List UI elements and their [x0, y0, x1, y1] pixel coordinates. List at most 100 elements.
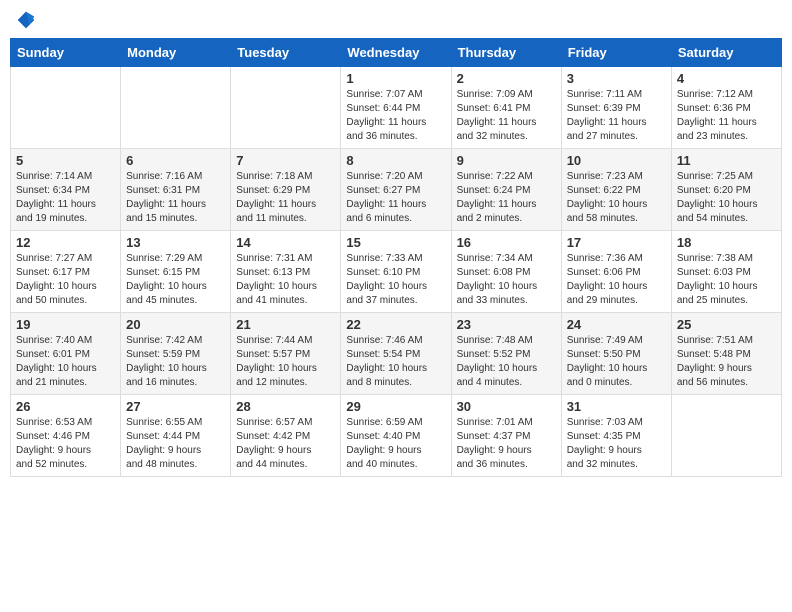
weekday-header-wednesday: Wednesday [341, 39, 451, 67]
day-number: 14 [236, 235, 335, 250]
calendar-cell [121, 67, 231, 149]
day-number: 12 [16, 235, 115, 250]
day-number: 24 [567, 317, 666, 332]
day-number: 17 [567, 235, 666, 250]
calendar-cell: 12Sunrise: 7:27 AM Sunset: 6:17 PM Dayli… [11, 231, 121, 313]
day-info: Sunrise: 7:29 AM Sunset: 6:15 PM Dayligh… [126, 252, 225, 308]
calendar-cell: 8 Sunrise: 7:20 AM Sunset: 6:27 PM Daylig… [341, 149, 451, 231]
calendar-cell: 2 Sunrise: 7:09 AM Sunset: 6:41 PM Daylig… [451, 67, 561, 149]
logo [14, 10, 36, 30]
day-number: 20 [126, 317, 225, 332]
calendar-cell: 10 Sunrise: 7:23 AM Sunset: 6:22 PM Dayli… [561, 149, 671, 231]
calendar-cell: 28 Sunrise: 6:57 AM Sunset: 4:42 PM Dayli… [231, 395, 341, 477]
day-number: 28 [236, 399, 335, 414]
calendar-cell: 16Sunrise: 7:34 AM Sunset: 6:08 PM Dayli… [451, 231, 561, 313]
day-number: 19 [16, 317, 115, 332]
weekday-header-tuesday: Tuesday [231, 39, 341, 67]
calendar-cell: 30 Sunrise: 7:01 AM Sunset: 4:37 PM Dayli… [451, 395, 561, 477]
calendar-cell: 4 Sunrise: 7:12 AM Sunset: 6:36 PM Daylig… [671, 67, 781, 149]
calendar-week-5: 26Sunrise: 6:53 AM Sunset: 4:46 PM Dayli… [11, 395, 782, 477]
calendar-cell [11, 67, 121, 149]
calendar-cell: 24 Sunrise: 7:49 AM Sunset: 5:50 PM Dayli… [561, 313, 671, 395]
day-number: 5 [16, 153, 115, 168]
day-info: Sunrise: 7:33 AM Sunset: 6:10 PM Dayligh… [346, 252, 445, 308]
day-number: 11 [677, 153, 776, 168]
day-number: 23 [457, 317, 556, 332]
day-info: Sunrise: 7:11 AM Sunset: 6:39 PM Dayligh… [567, 88, 666, 144]
day-number: 3 [567, 71, 666, 86]
calendar-header-row: SundayMondayTuesdayWednesdayThursdayFrid… [11, 39, 782, 67]
calendar-cell: 15 Sunrise: 7:33 AM Sunset: 6:10 PM Dayli… [341, 231, 451, 313]
calendar-cell: 5 Sunrise: 7:14 AM Sunset: 6:34 PM Daylig… [11, 149, 121, 231]
calendar-week-2: 5 Sunrise: 7:14 AM Sunset: 6:34 PM Daylig… [11, 149, 782, 231]
day-info: Sunrise: 7:31 AM Sunset: 6:13 PM Dayligh… [236, 252, 335, 308]
day-info: Sunrise: 7:09 AM Sunset: 6:41 PM Dayligh… [457, 88, 556, 144]
calendar-cell: 18 Sunrise: 7:38 AM Sunset: 6:03 PM Dayli… [671, 231, 781, 313]
calendar-cell: 19 Sunrise: 7:40 AM Sunset: 6:01 PM Dayli… [11, 313, 121, 395]
day-number: 25 [677, 317, 776, 332]
day-number: 27 [126, 399, 225, 414]
day-info: Sunrise: 7:44 AM Sunset: 5:57 PM Dayligh… [236, 334, 335, 390]
calendar-cell: 17 Sunrise: 7:36 AM Sunset: 6:06 PM Dayli… [561, 231, 671, 313]
day-number: 31 [567, 399, 666, 414]
calendar-cell: 3 Sunrise: 7:11 AM Sunset: 6:39 PM Daylig… [561, 67, 671, 149]
day-info: Sunrise: 7:18 AM Sunset: 6:29 PM Dayligh… [236, 170, 335, 226]
calendar-cell: 9 Sunrise: 7:22 AM Sunset: 6:24 PM Daylig… [451, 149, 561, 231]
day-info: Sunrise: 7:36 AM Sunset: 6:06 PM Dayligh… [567, 252, 666, 308]
day-info: Sunrise: 7:20 AM Sunset: 6:27 PM Dayligh… [346, 170, 445, 226]
day-number: 4 [677, 71, 776, 86]
calendar-cell: 22 Sunrise: 7:46 AM Sunset: 5:54 PM Dayli… [341, 313, 451, 395]
day-info: Sunrise: 7:07 AM Sunset: 6:44 PM Dayligh… [346, 88, 445, 144]
day-number: 29 [346, 399, 445, 414]
day-number: 30 [457, 399, 556, 414]
day-number: 10 [567, 153, 666, 168]
calendar-cell: 21Sunrise: 7:44 AM Sunset: 5:57 PM Dayli… [231, 313, 341, 395]
calendar-cell: 23 Sunrise: 7:48 AM Sunset: 5:52 PM Dayli… [451, 313, 561, 395]
day-info: Sunrise: 7:51 AM Sunset: 5:48 PM Dayligh… [677, 334, 776, 390]
day-info: Sunrise: 7:16 AM Sunset: 6:31 PM Dayligh… [126, 170, 225, 226]
day-number: 18 [677, 235, 776, 250]
day-info: Sunrise: 7:23 AM Sunset: 6:22 PM Dayligh… [567, 170, 666, 226]
calendar-week-1: 1Sunrise: 7:07 AM Sunset: 6:44 PM Daylig… [11, 67, 782, 149]
day-number: 13 [126, 235, 225, 250]
calendar-cell: 6 Sunrise: 7:16 AM Sunset: 6:31 PM Daylig… [121, 149, 231, 231]
weekday-header-monday: Monday [121, 39, 231, 67]
calendar-cell: 25 Sunrise: 7:51 AM Sunset: 5:48 PM Dayli… [671, 313, 781, 395]
calendar-table: SundayMondayTuesdayWednesdayThursdayFrid… [10, 38, 782, 477]
day-info: Sunrise: 6:59 AM Sunset: 4:40 PM Dayligh… [346, 416, 445, 472]
day-number: 16 [457, 235, 556, 250]
calendar-week-4: 19 Sunrise: 7:40 AM Sunset: 6:01 PM Dayli… [11, 313, 782, 395]
day-info: Sunrise: 6:53 AM Sunset: 4:46 PM Dayligh… [16, 416, 115, 472]
page-header [10, 10, 782, 30]
day-info: Sunrise: 7:14 AM Sunset: 6:34 PM Dayligh… [16, 170, 115, 226]
day-info: Sunrise: 7:25 AM Sunset: 6:20 PM Dayligh… [677, 170, 776, 226]
day-info: Sunrise: 7:03 AM Sunset: 4:35 PM Dayligh… [567, 416, 666, 472]
day-info: Sunrise: 6:55 AM Sunset: 4:44 PM Dayligh… [126, 416, 225, 472]
calendar-cell: 7Sunrise: 7:18 AM Sunset: 6:29 PM Daylig… [231, 149, 341, 231]
calendar-week-3: 12Sunrise: 7:27 AM Sunset: 6:17 PM Dayli… [11, 231, 782, 313]
day-number: 15 [346, 235, 445, 250]
day-number: 8 [346, 153, 445, 168]
day-info: Sunrise: 7:38 AM Sunset: 6:03 PM Dayligh… [677, 252, 776, 308]
day-number: 22 [346, 317, 445, 332]
calendar-cell: 26Sunrise: 6:53 AM Sunset: 4:46 PM Dayli… [11, 395, 121, 477]
day-info: Sunrise: 7:40 AM Sunset: 6:01 PM Dayligh… [16, 334, 115, 390]
calendar-cell: 14 Sunrise: 7:31 AM Sunset: 6:13 PM Dayli… [231, 231, 341, 313]
day-info: Sunrise: 6:57 AM Sunset: 4:42 PM Dayligh… [236, 416, 335, 472]
day-info: Sunrise: 7:01 AM Sunset: 4:37 PM Dayligh… [457, 416, 556, 472]
day-number: 6 [126, 153, 225, 168]
calendar-cell: 11 Sunrise: 7:25 AM Sunset: 6:20 PM Dayli… [671, 149, 781, 231]
calendar-cell: 20 Sunrise: 7:42 AM Sunset: 5:59 PM Dayli… [121, 313, 231, 395]
weekday-header-sunday: Sunday [11, 39, 121, 67]
day-info: Sunrise: 7:49 AM Sunset: 5:50 PM Dayligh… [567, 334, 666, 390]
day-info: Sunrise: 7:12 AM Sunset: 6:36 PM Dayligh… [677, 88, 776, 144]
day-info: Sunrise: 7:48 AM Sunset: 5:52 PM Dayligh… [457, 334, 556, 390]
weekday-header-saturday: Saturday [671, 39, 781, 67]
day-info: Sunrise: 7:22 AM Sunset: 6:24 PM Dayligh… [457, 170, 556, 226]
calendar-cell [231, 67, 341, 149]
weekday-header-thursday: Thursday [451, 39, 561, 67]
day-number: 9 [457, 153, 556, 168]
day-info: Sunrise: 7:42 AM Sunset: 5:59 PM Dayligh… [126, 334, 225, 390]
day-info: Sunrise: 7:46 AM Sunset: 5:54 PM Dayligh… [346, 334, 445, 390]
day-number: 2 [457, 71, 556, 86]
